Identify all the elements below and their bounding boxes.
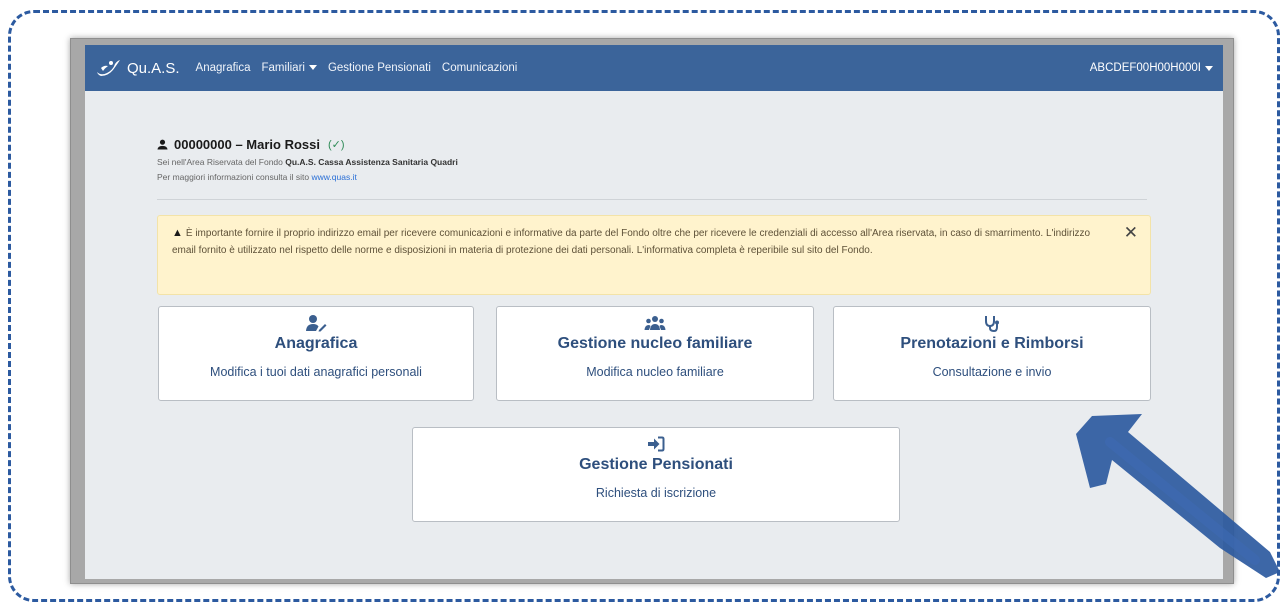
close-icon[interactable]: ✕ bbox=[1124, 224, 1138, 241]
card-subtitle: Consultazione e invio bbox=[932, 365, 1052, 379]
alert-text: È importante fornire il proprio indirizz… bbox=[172, 228, 1091, 256]
nav-comunicazioni[interactable]: Comunicazioni bbox=[442, 62, 517, 74]
area-info-text: Sei nell'Area Riservata del Fondo bbox=[157, 157, 286, 167]
main-content: 00000000 – Mario Rossi (✓) Sei nell'Area… bbox=[85, 91, 1223, 579]
nav-gestione-pensionati[interactable]: Gestione Pensionati bbox=[328, 62, 431, 74]
card-subtitle: Modifica i tuoi dati anagrafici personal… bbox=[210, 365, 422, 379]
site-link[interactable]: www.quas.it bbox=[311, 172, 356, 182]
card-subtitle: Modifica nucleo familiare bbox=[586, 365, 724, 379]
card-title: Gestione Pensionati bbox=[579, 456, 733, 473]
sign-in-icon bbox=[413, 434, 899, 454]
warning-icon: ▲ bbox=[172, 227, 183, 239]
user-code: ABCDEF00H00H000I bbox=[1089, 62, 1201, 74]
stethoscope-icon bbox=[834, 313, 1150, 333]
card-gestione-nucleo-familiare[interactable]: Gestione nucleo familiare Modifica nucle… bbox=[496, 306, 814, 401]
verified-status: (✓) bbox=[327, 139, 345, 151]
card-anagrafica[interactable]: Anagrafica Modifica i tuoi dati anagrafi… bbox=[158, 306, 474, 401]
browser-screenshot: Qu.A.S. Anagrafica Familiari Gestione Pe… bbox=[70, 38, 1234, 584]
brand-logo[interactable]: Qu.A.S. bbox=[95, 58, 180, 78]
user-menu-dropdown[interactable]: ABCDEF00H00H000I bbox=[1090, 62, 1213, 74]
user-edit-icon bbox=[159, 313, 473, 333]
quas-logo-icon bbox=[97, 60, 120, 76]
divider bbox=[157, 199, 1147, 200]
nav-familiari-dropdown[interactable]: Familiari bbox=[262, 62, 317, 74]
site-info-text: Per maggiori informazioni consulta il si… bbox=[157, 172, 312, 182]
card-subtitle: Richiesta di iscrizione bbox=[595, 486, 717, 500]
profile-header: 00000000 – Mario Rossi (✓) Sei nell'Area… bbox=[157, 137, 458, 182]
top-navbar: Qu.A.S. Anagrafica Familiari Gestione Pe… bbox=[85, 45, 1223, 91]
email-warning-alert: ▲ È importante fornire il proprio indiriz… bbox=[157, 215, 1151, 295]
card-title: Anagrafica bbox=[274, 335, 358, 352]
nav-anagrafica[interactable]: Anagrafica bbox=[196, 62, 251, 74]
pointer-arrow-annotation bbox=[1076, 414, 1280, 578]
card-prenotazioni-rimborsi[interactable]: Prenotazioni e Rimborsi Consultazione e … bbox=[833, 306, 1151, 401]
card-title: Prenotazioni e Rimborsi bbox=[900, 335, 1084, 352]
brand-name: Qu.A.S. bbox=[127, 59, 180, 77]
fund-name: Qu.A.S. Cassa Assistenza Sanitaria Quadr… bbox=[285, 157, 458, 167]
profile-name: 00000000 – Mario Rossi bbox=[174, 137, 320, 152]
site-info-line: Per maggiori informazioni consulta il si… bbox=[157, 172, 458, 182]
users-icon bbox=[497, 313, 813, 333]
caret-down-icon bbox=[1205, 65, 1213, 71]
caret-down-icon bbox=[308, 65, 317, 71]
profile-title: 00000000 – Mario Rossi (✓) bbox=[157, 137, 458, 152]
user-icon bbox=[157, 139, 168, 150]
card-title: Gestione nucleo familiare bbox=[557, 335, 753, 352]
card-gestione-pensionati[interactable]: Gestione Pensionati Richiesta di iscrizi… bbox=[412, 427, 900, 522]
area-info-line: Sei nell'Area Riservata del Fondo Qu.A.S… bbox=[157, 157, 458, 167]
nav-familiari-label: Familiari bbox=[261, 62, 305, 74]
